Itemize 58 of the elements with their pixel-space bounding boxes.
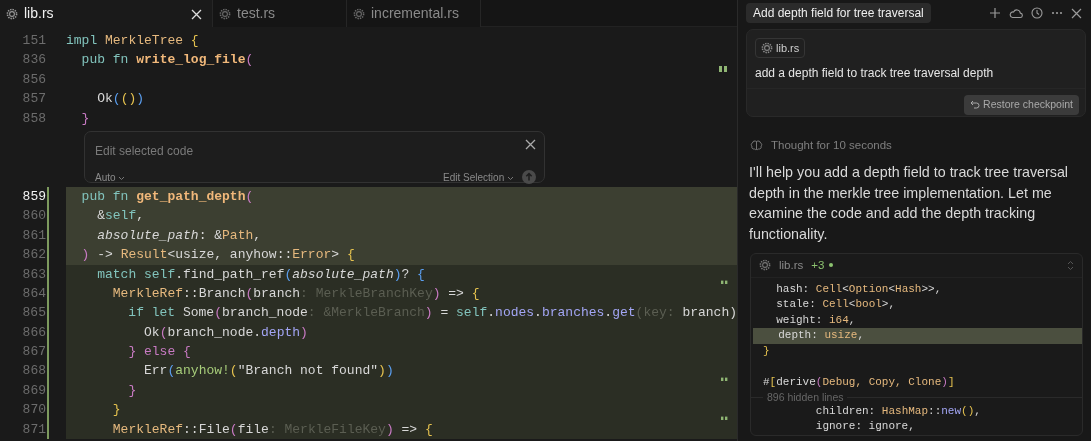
code-line: } [762,344,771,359]
line-number: 866 [21,323,46,342]
file-name[interactable]: lib.rs [779,256,804,274]
code-line: #[derive(Debug, Copy, Clone)] [762,375,956,391]
line-number: 858 [21,109,46,128]
line-number: 865 [21,304,46,323]
line-number: 859 [21,187,46,206]
gear-icon [353,7,365,20]
line-number: 860 [21,207,46,226]
chat-title: Add depth field for tree traversal [746,3,931,23]
code-line: impl MerkleTree { [66,32,200,50]
editor-tab[interactable]: lib.rs [0,0,213,27]
gear-icon [759,259,771,272]
line-number: 861 [21,226,46,245]
cloud-icon[interactable] [1009,7,1023,19]
code-line: hash: Cell<Option<Hash>>, [775,281,943,297]
gear-icon [6,7,18,20]
code-line: Ok(()) [96,90,146,109]
edit-instruction-field[interactable]: Edit selected code Auto Edit Selection [84,130,545,183]
plus-icon[interactable] [989,7,1001,19]
chevron-down-icon [118,175,126,181]
line-number: 870 [21,401,46,420]
assistant-reply: I'll help you add a depth field to track tree traversal depth in the merkle tree implementation. Let me examine the code and add the depth tracking functionality. [749,163,1070,245]
brain-icon [750,140,763,152]
file-chip[interactable]: lib.rs [755,37,806,59]
gear-icon [761,42,773,54]
restore-checkpoint-button[interactable]: Restore checkpoint [964,95,1079,115]
line-number: 871 [21,420,46,439]
chevron-down-icon [507,175,514,181]
line-number: 856 [21,70,46,89]
history-icon[interactable] [1031,7,1043,19]
line-number: 857 [21,90,46,109]
code-line: pub fn write_log_file( [80,51,255,70]
close-icon[interactable] [1071,7,1082,19]
line-number: 864 [21,284,46,303]
line-number: 836 [21,51,46,70]
code-line: children: HashMap::new(), [814,403,982,419]
model-dropdown[interactable]: Auto [95,169,126,185]
gear-icon [219,7,231,20]
editor-tab[interactable]: incremental.rs [347,0,481,27]
line-number: 867 [21,343,46,362]
line-number: 869 [21,381,46,400]
more-icon[interactable] [1051,11,1063,15]
line-number: 863 [21,265,46,284]
code-line: } [80,109,91,128]
added-lines-count: +3 [811,257,825,273]
line-number: 151 [21,32,46,50]
code-line: ignore: ignore, [814,419,916,435]
code-line: weight: i64, [775,312,857,328]
mode-dropdown[interactable]: Edit Selection [443,169,514,185]
line-number: 868 [21,362,46,381]
user-message: add a depth field to track tree traversal depth [755,66,995,81]
line-number: 862 [21,246,46,265]
status-dot-icon [829,263,834,268]
thought-duration[interactable]: Thought for 10 seconds [771,137,892,155]
code-line: stale: Cell<bool>, [775,297,897,313]
editor-tab[interactable]: test.rs [213,0,347,27]
undo-icon [970,100,981,110]
